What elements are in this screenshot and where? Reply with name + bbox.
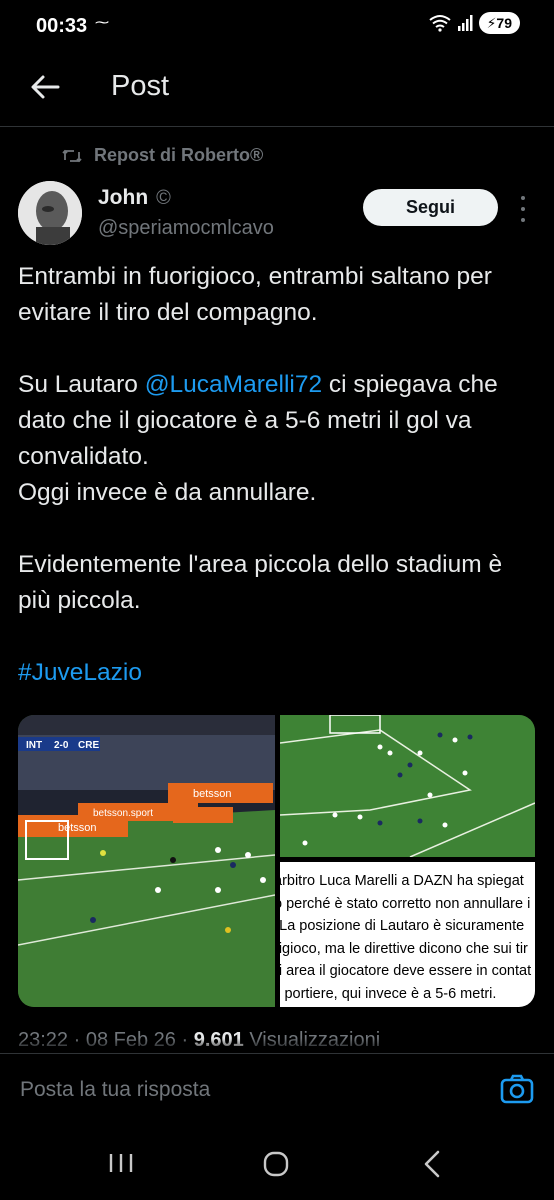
- media-image-pitch[interactable]: [279, 715, 535, 858]
- quote-line: il portiere, qui invece è a 5-6 metri.: [280, 985, 497, 1002]
- quote-line: arbitro Luca Marelli a DAZN ha spiegat: [280, 873, 524, 889]
- status-time: 00:33: [36, 15, 88, 37]
- hashtag-link[interactable]: #JuveLazio: [18, 659, 142, 686]
- tweet-paragraph: Oggi invece è da annullare.: [18, 479, 317, 506]
- post-header: Post: [0, 52, 554, 127]
- quote-line: rigioco, ma le direttive dicono che sui …: [280, 940, 528, 957]
- repost-line[interactable]: Repost di Roberto®: [62, 145, 263, 166]
- battery-level: 79: [496, 15, 512, 31]
- quote-line: ri area il giocatore deve essere in cont…: [280, 963, 532, 979]
- tweet-text: Entrambi in fuorigioco, entrambi saltano…: [18, 259, 538, 691]
- media-image-quote[interactable]: arbitro Luca Marelli a DAZN ha spiegat ò…: [280, 862, 535, 1007]
- score-away: CRE: [78, 740, 99, 751]
- status-bar: 00:33 ⁓ ⚡79: [0, 0, 554, 52]
- status-icons: ⚡79: [428, 12, 520, 34]
- page-title: Post: [111, 70, 170, 102]
- ad-board: betsson: [58, 822, 97, 834]
- battery-indicator: ⚡79: [478, 12, 520, 34]
- quote-text: arbitro Luca Marelli a DAZN ha spiegat ò…: [280, 862, 535, 1005]
- tweet-paragraph: Evidentemente l'area piccola dello stadi…: [18, 551, 503, 614]
- notification-icon: ⁓: [95, 14, 109, 30]
- back-arrow-icon[interactable]: [28, 70, 62, 104]
- quote-line: ò perché è stato corretto non annullare …: [280, 895, 531, 912]
- tweet-paragraph: Su Lautaro @LucaMarelli72 ci spiegava ch…: [18, 367, 538, 475]
- ad-board: betsson: [193, 788, 232, 800]
- ad-board: betsson.sport: [93, 808, 153, 819]
- copyright-icon: ©: [156, 186, 171, 209]
- tweet-text-span: Su Lautaro: [18, 371, 145, 398]
- recents-icon[interactable]: [108, 1152, 134, 1174]
- system-nav-bar: [0, 1128, 554, 1200]
- nav-back-icon[interactable]: [422, 1150, 442, 1178]
- quote-line: "La posizione di Lautaro è sicuramente: [280, 918, 525, 934]
- camera-icon[interactable]: [499, 1072, 535, 1106]
- reply-input[interactable]: Posta la tua risposta: [20, 1078, 210, 1102]
- author-name-row[interactable]: John ©: [98, 186, 171, 210]
- media-grid: betsson betsson.sport betsson INT 2-0 CR…: [18, 715, 535, 1007]
- mention-link[interactable]: @LucaMarelli72: [145, 371, 322, 398]
- avatar-image: [18, 181, 82, 245]
- repost-icon: [62, 149, 82, 162]
- follow-button[interactable]: Segui: [363, 189, 498, 226]
- wifi-icon: [428, 15, 451, 32]
- tweet-paragraph: Entrambi in fuorigioco, entrambi saltano…: [18, 263, 492, 326]
- author-handle[interactable]: @speriamocmlcavo: [98, 217, 274, 240]
- signal-icon: [457, 15, 473, 31]
- home-icon[interactable]: [263, 1151, 289, 1177]
- more-vertical-icon[interactable]: [516, 196, 530, 222]
- score: 2-0: [54, 740, 69, 751]
- reply-bar: Posta la tua risposta: [0, 1053, 554, 1129]
- avatar[interactable]: [18, 181, 82, 245]
- media-image-stadium[interactable]: betsson betsson.sport betsson INT 2-0 CR…: [18, 715, 276, 1007]
- repost-label: Repost di Roberto®: [94, 145, 264, 165]
- score-home: INT: [26, 740, 42, 751]
- author-name: John: [98, 186, 149, 209]
